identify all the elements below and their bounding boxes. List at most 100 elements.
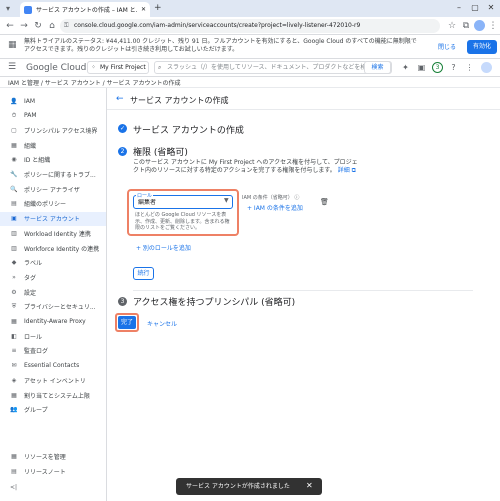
sidebar-item-icon: ≡ <box>11 347 17 355</box>
address-bar[interactable]: ⚿ console.cloud.google.com/iam-admin/ser… <box>60 19 440 33</box>
sidebar-item[interactable]: ▥ Workload Identity 連携 <box>0 226 106 240</box>
sidebar-item-icon: ▣ <box>11 215 17 223</box>
google-cloud-logo[interactable]: Google Cloud <box>26 63 86 73</box>
sidebar-item-label: アセット インベントリ <box>24 377 86 385</box>
tab-search-icon[interactable]: ▾ <box>6 4 10 13</box>
breadcrumb[interactable]: IAM と管理 / サービス アカウント / サービス アカウントの作成 <box>8 78 180 87</box>
delete-role-icon[interactable]: 🗑 <box>320 198 329 206</box>
sidebar-item-label: プライバシーとセキュリ... <box>24 304 96 312</box>
collapse-sidebar-icon[interactable]: <| <box>10 484 17 491</box>
search-input[interactable]: ⌕ スラッシュ（/）を使用してリソース、ドキュメント、プロダクトなどを検索 <box>154 61 392 74</box>
sidebar-item-label: 設定 <box>24 289 37 297</box>
forward-nav-icon[interactable]: → <box>18 20 30 32</box>
sidebar-item[interactable]: ▤ 組織のポリシー <box>0 197 106 211</box>
sidebar-item-icon: 👥 <box>10 406 18 414</box>
done-button[interactable]: 完了 <box>118 316 136 329</box>
condition-help-icon[interactable]: ⓘ <box>294 195 299 201</box>
reload-icon[interactable]: ↻ <box>32 20 44 32</box>
site-info-icon[interactable]: ⚿ <box>64 19 69 33</box>
sidebar-item[interactable]: 👤 IAM <box>0 94 106 108</box>
step3-number: 3 <box>118 297 127 306</box>
dropdown-caret-icon[interactable]: ▼ <box>224 197 229 204</box>
sidebar-item-icon: ▤ <box>11 467 17 475</box>
new-tab-button[interactable]: + <box>154 3 162 13</box>
sidebar-item[interactable]: ▤ リリースノート <box>0 464 106 478</box>
window-close-icon[interactable]: ✕ <box>484 2 498 14</box>
activate-account-button[interactable]: 有効化 <box>467 40 497 54</box>
browser-menu-icon[interactable]: ⋮ <box>487 20 499 32</box>
continue-button[interactable]: 続行 <box>133 267 154 280</box>
extensions-icon[interactable]: ⧉ <box>460 20 472 32</box>
sidebar-item-label: ポリシー アナライザ <box>24 186 80 194</box>
help-icon[interactable]: ? <box>448 62 459 73</box>
sidebar-item[interactable]: » タグ <box>0 270 106 284</box>
home-icon[interactable]: ⌂ <box>46 20 58 32</box>
sidebar-item[interactable]: ▦ Identity-Aware Proxy <box>0 315 106 329</box>
sidebar-item-label: ロール <box>24 333 43 341</box>
sidebar-item[interactable]: 🔧 ポリシーに関するトラブ... <box>0 168 106 182</box>
hamburger-menu-icon[interactable]: ☰ <box>8 62 16 72</box>
sidebar-item[interactable]: 👥 グループ <box>0 403 106 417</box>
url-text: console.cloud.google.com/iam-admin/servi… <box>74 22 361 29</box>
sidebar-item[interactable]: ▢ プリンシパル アクセス境界 <box>0 123 106 137</box>
settings-menu-icon[interactable]: ⋮ <box>464 62 475 73</box>
sidebar-item[interactable]: ▦ 組織 <box>0 138 106 152</box>
sidebar-item-label: 割り当てとシステム上限 <box>24 392 90 400</box>
step1-title: サービス アカウントの作成 <box>133 126 244 136</box>
sidebar-item[interactable]: 🔍 ポリシー アナライザ <box>0 182 106 196</box>
sidebar-item[interactable]: ⏱ PAM <box>0 109 106 123</box>
search-button[interactable]: 検索 <box>364 61 391 74</box>
search-placeholder: スラッシュ（/）を使用してリソース、ドキュメント、プロダクトなどを検索 <box>167 64 373 71</box>
iam-condition-label: IAM の条件（省略可） ⓘ <box>242 194 299 201</box>
minimize-icon[interactable]: – <box>452 2 466 14</box>
sidebar-item[interactable]: ▣ サービス アカウント <box>0 211 106 226</box>
dismiss-banner-button[interactable]: 閉じる <box>432 41 462 54</box>
maximize-icon[interactable]: ▢ <box>468 2 482 14</box>
sidebar-item[interactable]: ▥ Workforce Identity の連携 <box>0 241 106 255</box>
project-icon: ⁘ <box>91 64 97 71</box>
sidebar-item-label: Essential Contacts <box>24 362 80 370</box>
sidebar-item-label: プリンシパル アクセス境界 <box>24 127 98 135</box>
sidebar-item-label: グループ <box>24 407 48 415</box>
back-arrow-icon[interactable]: ← <box>116 94 124 104</box>
sidebar-item[interactable]: ⚙ 設定 <box>0 285 106 299</box>
sidebar-item-label: PAM <box>24 112 37 120</box>
project-picker[interactable]: ⁘ My First Project <box>87 61 149 74</box>
step2-description-text: このサービス アカウントに My First Project へのアクセス権を付… <box>133 159 358 174</box>
tab-title: サービス アカウントの作成 – IAM と... <box>36 7 137 14</box>
sidebar-item[interactable]: ≡ 監査ログ <box>0 344 106 358</box>
sidebar-item[interactable]: ⛨ プライバシーとセキュリ... <box>0 300 106 314</box>
back-nav-icon[interactable]: ← <box>4 20 16 32</box>
sidebar-item[interactable]: ▦ リソースを管理 <box>0 449 106 463</box>
notifications-badge[interactable]: 3 <box>432 62 443 73</box>
sidebar-item-label: リリースノート <box>24 468 66 476</box>
sidebar-item[interactable]: ◉ ID と組織 <box>0 153 106 167</box>
sidebar-item-label: Identity-Aware Proxy <box>24 318 86 325</box>
sidebar-item[interactable]: ✉ Essential Contacts <box>0 359 106 373</box>
tab-favicon-icon <box>24 5 32 14</box>
role-field-label: ロール <box>136 192 154 199</box>
detail-link[interactable]: 詳細 ⧉ <box>338 167 356 174</box>
toast-close-icon[interactable]: ✕ <box>306 481 313 490</box>
sidebar-item-icon: ▥ <box>11 244 17 252</box>
sidebar-item[interactable]: ◧ ロール <box>0 329 106 343</box>
sidebar-item[interactable]: ◆ ラベル <box>0 256 106 270</box>
cancel-button[interactable]: キャンセル <box>147 319 177 328</box>
profile-avatar[interactable] <box>474 20 485 31</box>
account-avatar[interactable] <box>481 62 492 73</box>
cloud-shell-icon[interactable]: ▣ <box>416 62 427 73</box>
gemini-icon[interactable]: ✦ <box>400 62 411 73</box>
sidebar-item-icon: ◈ <box>11 376 17 384</box>
sidebar-item[interactable]: ◈ アセット インベントリ <box>0 373 106 387</box>
bookmark-star-icon[interactable]: ☆ <box>446 20 458 32</box>
add-another-role-button[interactable]: + 別のロールを追加 <box>136 243 191 252</box>
browser-tab[interactable]: サービス アカウントの作成 – IAM と... ✕ <box>20 2 150 17</box>
tab-close-icon[interactable]: ✕ <box>141 6 146 13</box>
step3-title: アクセス権を持つプリンシパル (省略可) <box>133 298 296 308</box>
sidebar-item[interactable]: ▦ 割り当てとシステム上限 <box>0 388 106 402</box>
search-icon: ⌕ <box>158 64 162 71</box>
title-divider <box>107 109 500 110</box>
sidebar-item-label: Workload Identity 連携 <box>24 230 91 238</box>
add-iam-condition-button[interactable]: + IAM の条件を追加 <box>247 203 303 212</box>
step2-title: 権限 (省略可) <box>133 148 188 158</box>
